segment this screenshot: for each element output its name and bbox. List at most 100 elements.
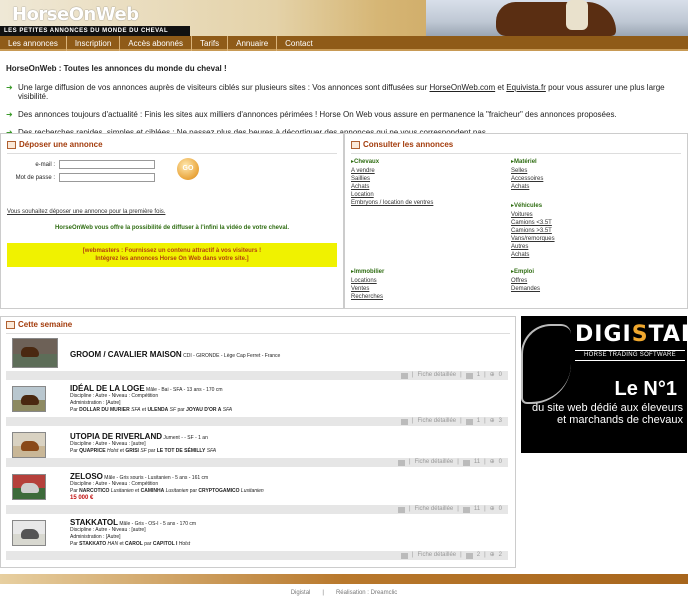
digistal-ad-banner[interactable]: DIGISTAL HORSE TRADING SOFTWARE Le N°1 d… [521, 316, 687, 453]
count-photos: 0 [498, 506, 502, 512]
nav-inscription[interactable]: Inscription [67, 36, 121, 51]
count-videos: 1 [476, 418, 481, 424]
cat-link[interactable]: Locations [351, 277, 511, 285]
digistal-logo: DIGISTAL [575, 322, 687, 347]
ad-thumbnail[interactable] [12, 386, 46, 412]
toolbar-items: | Fiche détaillée | 11 | ⊕ 0 [398, 458, 502, 467]
consulter-title-text: Consulter les annonces [363, 140, 454, 149]
nav-tarifs[interactable]: Tarifs [192, 36, 229, 51]
cat-link[interactable]: Ventes [351, 285, 511, 293]
pedigree-text: par [176, 407, 187, 413]
fiche-link[interactable]: Fiche détaillée [415, 505, 454, 514]
ad-name[interactable]: STAKKATOL [70, 518, 118, 527]
cat-link[interactable]: Accessoires [511, 175, 671, 183]
dam-sire: CRYPTOGAMICO [198, 488, 240, 494]
go-button[interactable]: GO [177, 158, 199, 180]
toolbar-items: | Fiche détaillée | 11 | ⊕ 0 [398, 505, 502, 514]
fiche-link[interactable]: Fiche détaillée [417, 417, 456, 426]
nav-les-annonces[interactable]: Les annonces [0, 36, 67, 51]
site-tagline: LES PETITES ANNONCES DU MONDE DU CHEVAL [0, 26, 190, 36]
divider [6, 333, 510, 334]
zoom-icon[interactable]: ⊕ [490, 505, 495, 514]
ad-name[interactable]: UTOPIA DE RIVERLAND [70, 432, 162, 441]
sire-breed: SFA [129, 407, 141, 413]
ad-toolbar: | Fiche détaillée | 11 | ⊕ 0 [6, 458, 508, 467]
dam-sire-breed: SFA [205, 448, 217, 454]
notepad-icon [7, 140, 16, 149]
first-deposit-link[interactable]: Vous souhaitez déposer une annonce pour … [7, 209, 165, 215]
pedigree-text: Par [70, 407, 80, 413]
ad-pedigree: Par QUAPRICE Holst et GRISI SF par LE TO… [70, 448, 490, 455]
intro-bullet-1: Une large diffusion de vos annonces aupr… [6, 83, 676, 101]
pedigree-text: par [142, 541, 153, 547]
fiche-link[interactable]: Fiche détaillée [415, 458, 454, 467]
pedigree-text: Par [70, 541, 80, 547]
ad-admin: Administration : [Autre] [70, 400, 121, 406]
count-photos: 3 [498, 418, 502, 424]
footer-link-digistal[interactable]: Digistal [291, 590, 311, 596]
ad-thumbnail[interactable] [12, 474, 46, 500]
nav-contact[interactable]: Contact [277, 36, 321, 51]
toolbar-items: | Fiche détaillée | 1 | ⊕ 0 [400, 371, 502, 380]
cat-title-vehicules: Véhicules [511, 202, 671, 209]
cat-title-materiel: Matériel [511, 158, 671, 165]
cat-link[interactable]: Demandes [511, 285, 671, 293]
footer-link-dreamclic[interactable]: Réalisation : Dreamclic [336, 590, 397, 596]
sire-breed: Holst [105, 448, 119, 454]
ad-subtitle: HORSE TRADING SOFTWARE [575, 350, 685, 361]
zoom-icon[interactable]: ⊕ [490, 458, 495, 467]
password-field[interactable] [59, 173, 155, 182]
zoom-icon[interactable]: ⊕ [490, 371, 495, 380]
fiche-link[interactable]: Fiche détaillée [417, 551, 456, 560]
sire: QUAPRICE [79, 448, 106, 454]
featured-ad[interactable]: GROOM / CAVALIER MAISON CDI - GIRONDE - … [70, 350, 280, 359]
ad-thumbnail[interactable] [12, 432, 46, 458]
cat-link[interactable]: Camions <3.5T [511, 219, 671, 227]
nav-acces-abonnes[interactable]: Accès abonnés [120, 36, 192, 51]
site-logo[interactable]: HorseOnWeb [12, 4, 139, 25]
photo-horse [21, 395, 39, 405]
sire: STAKKATO [79, 541, 107, 547]
ad-name[interactable]: ZELOSO [70, 472, 103, 481]
cat-link[interactable]: Offres [511, 277, 671, 285]
webmasters-box[interactable]: [webmasters : Fournissez un contenu attr… [7, 243, 337, 267]
nav-annuaire[interactable]: Annuaire [228, 36, 278, 51]
pedigree-text: et [118, 541, 126, 547]
ad-discipline: Discipline : Autre - Niveau : [autre] [70, 527, 146, 533]
link-equivista[interactable]: Equivista.fr [506, 83, 546, 92]
webmasters-line-1: [webmasters : Fournissez un contenu attr… [82, 248, 262, 254]
cat-link[interactable]: Saillies [351, 175, 511, 183]
ad-name[interactable]: IDÉAL DE LA LOGE [70, 384, 145, 393]
photo-horse [21, 347, 39, 357]
cat-link[interactable]: Achats [511, 183, 671, 191]
ad-listing: IDÉAL DE LA LOGE Mâle - Bai - SFA - 13 a… [70, 384, 490, 414]
fiche-link[interactable]: Fiche détaillée [417, 371, 456, 380]
link-horseonweb[interactable]: HorseOnWeb.com [430, 83, 496, 92]
cat-link[interactable]: Achats [351, 183, 511, 191]
cat-link[interactable]: Recherches [351, 293, 511, 301]
toolbar-items: | Fiche détaillée | 1 | ⊕ 3 [400, 417, 502, 426]
fiche-icon [400, 372, 408, 379]
featured-thumbnail[interactable] [12, 338, 58, 368]
zoom-icon[interactable]: ⊕ [490, 551, 495, 560]
cat-link[interactable]: Autres [511, 243, 671, 251]
cat-link[interactable]: Embryons / location de ventres [351, 199, 511, 207]
ad-discipline: Discipline : Autre - Niveau : Compétitio… [70, 481, 159, 487]
ad-discipline: Discipline : Autre - Niveau : [autre] [70, 441, 146, 447]
dam-breed: Lusitanien [164, 488, 189, 494]
notepad-icon [6, 320, 15, 329]
cat-link[interactable]: Achats [511, 251, 671, 259]
email-field[interactable] [59, 160, 155, 169]
cat-link[interactable]: Vans/remorques [511, 235, 671, 243]
featured-name[interactable]: GROOM / CAVALIER MAISON [70, 350, 182, 359]
cat-link[interactable]: Camions >3.5T [511, 227, 671, 235]
zoom-icon[interactable]: ⊕ [490, 417, 495, 426]
ad-thumbnail[interactable] [12, 520, 46, 546]
cat-link[interactable]: Selles [511, 167, 671, 175]
divider [351, 153, 681, 154]
cat-link[interactable]: A vendre [351, 167, 511, 175]
dam-breed: SF [138, 448, 147, 454]
cat-link[interactable]: Location [351, 191, 511, 199]
video-icon [465, 372, 473, 379]
cat-link[interactable]: Voitures [511, 211, 671, 219]
